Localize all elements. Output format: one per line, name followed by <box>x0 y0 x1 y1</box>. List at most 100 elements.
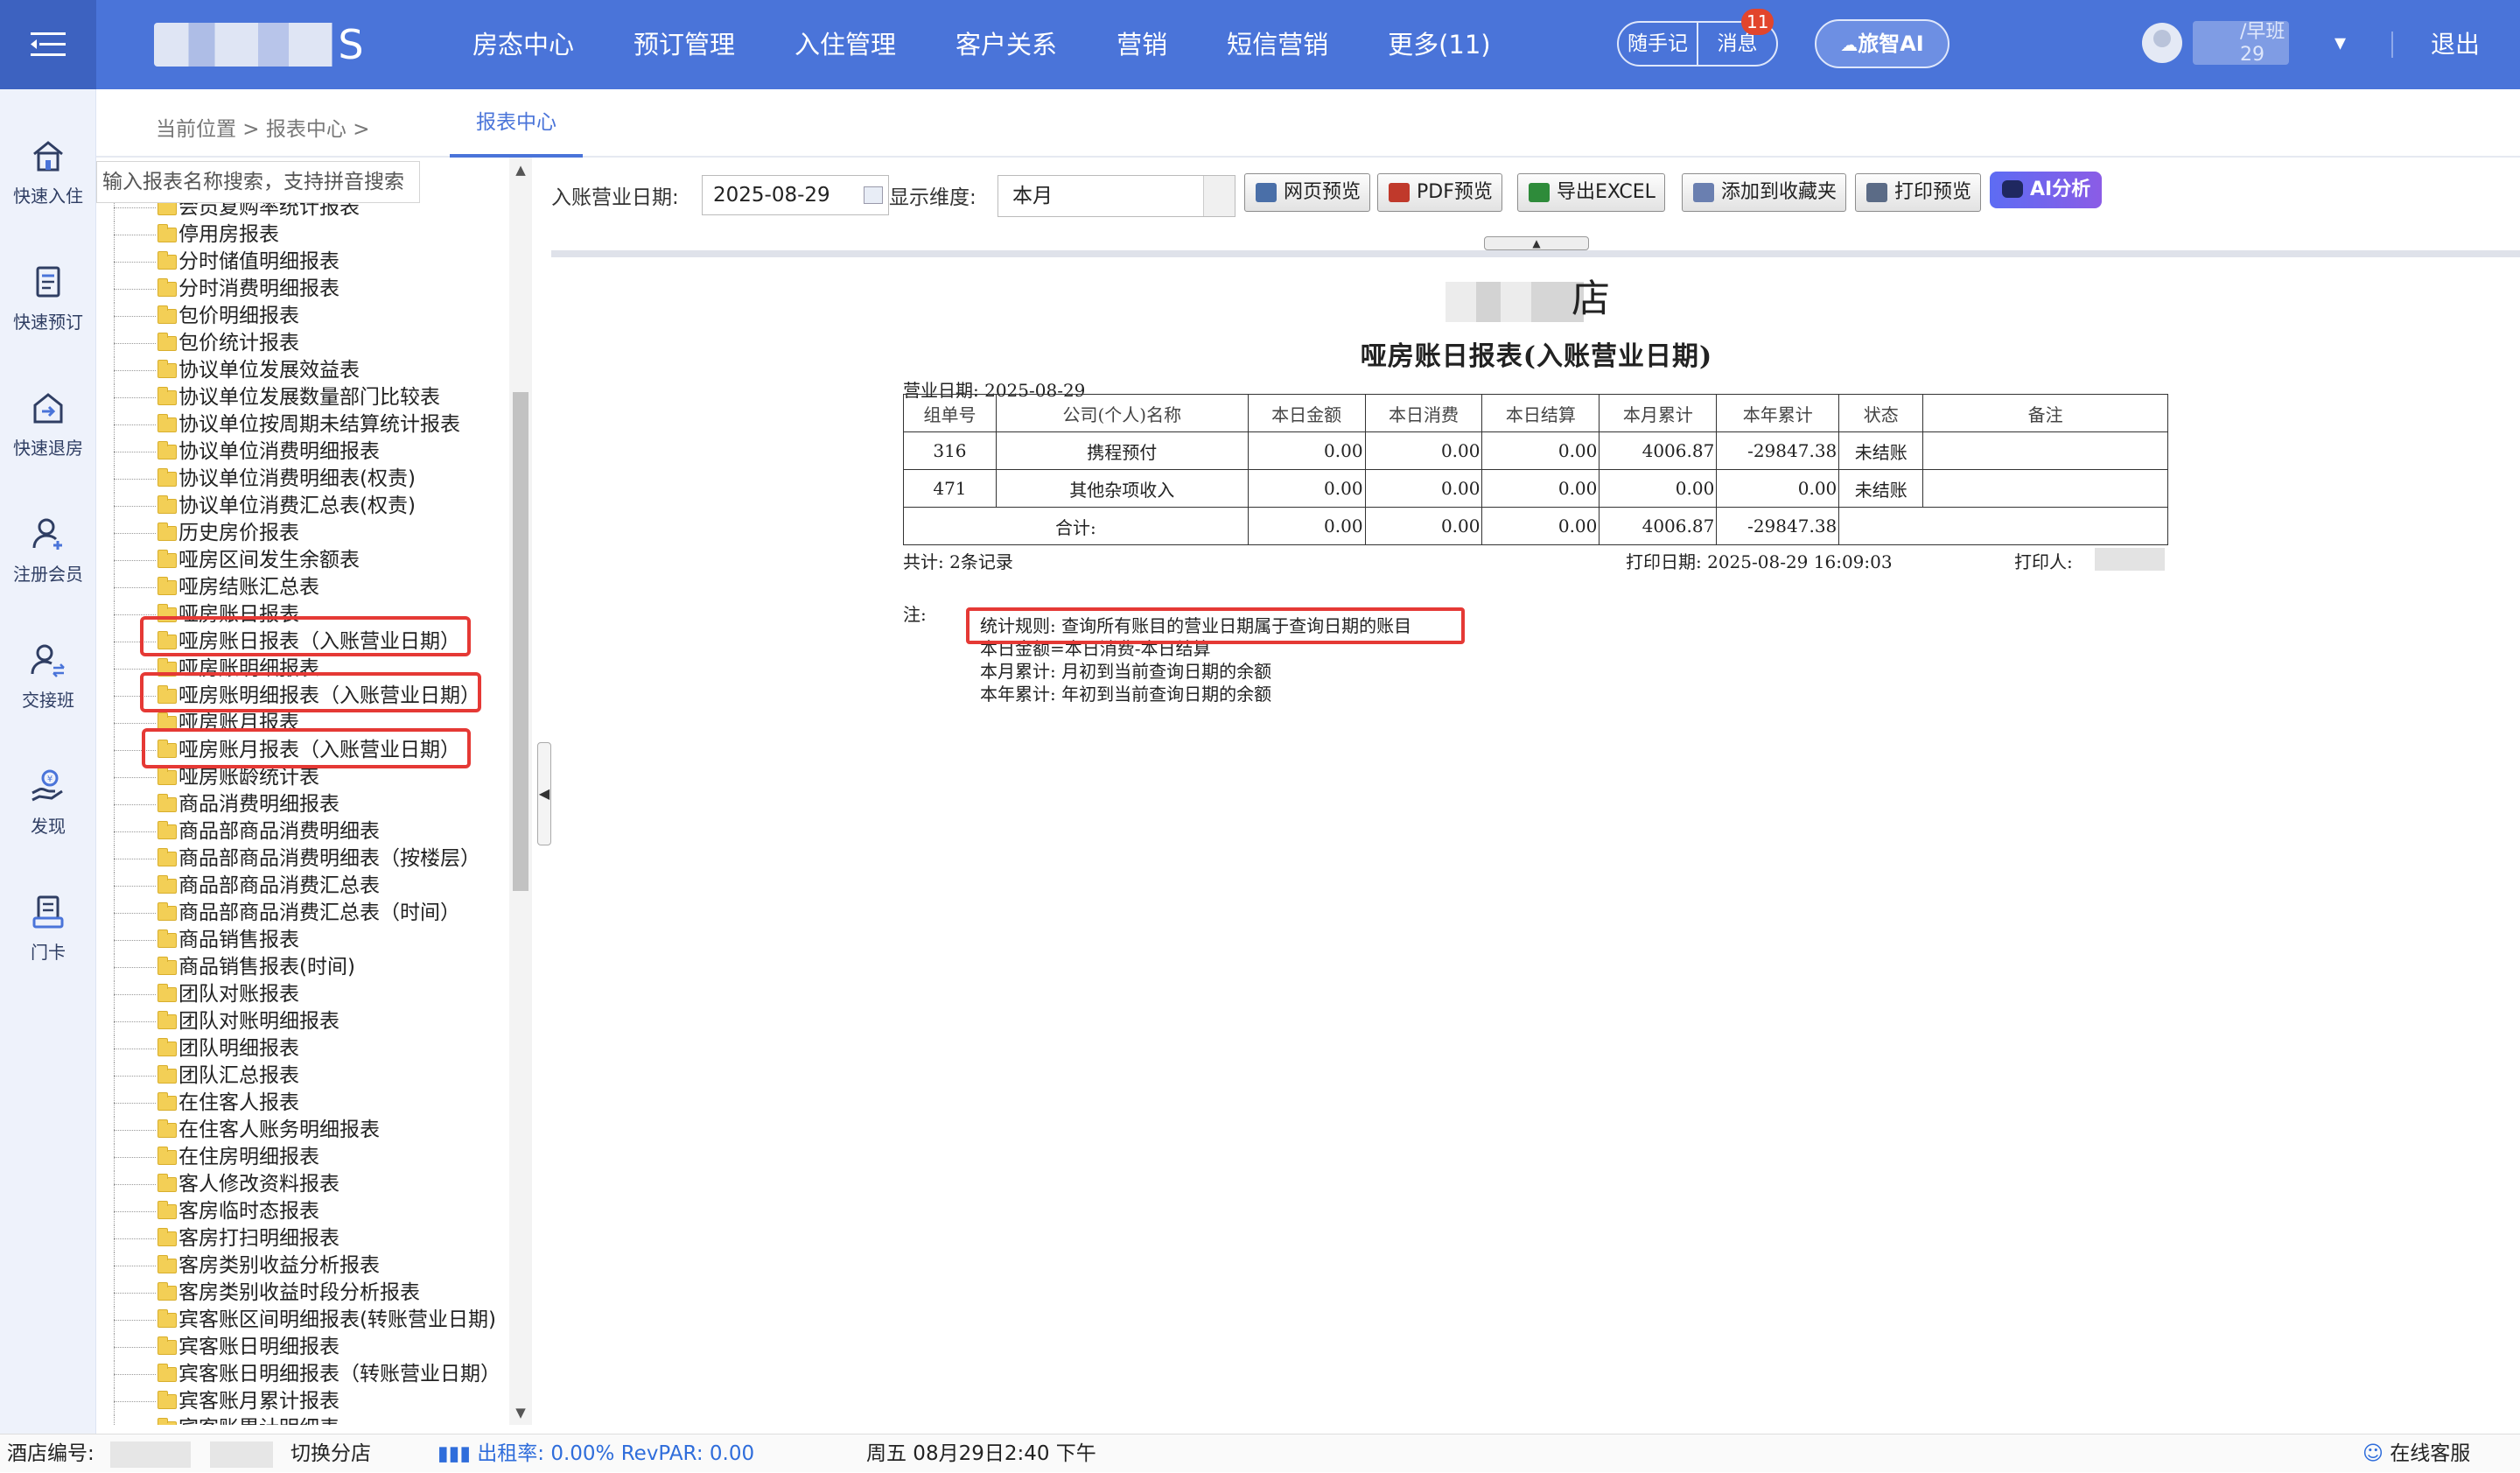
pdf-preview-button[interactable]: PDF预览 <box>1377 173 1502 212</box>
tree-item[interactable]: 包价明细报表 <box>96 303 528 330</box>
ai-analyze-button[interactable]: AI分析 <box>1990 172 2102 208</box>
tree-item[interactable]: 哑房结账汇总表 <box>96 574 528 601</box>
menu-toggle-button[interactable] <box>0 0 96 89</box>
excel-icon <box>1529 183 1550 202</box>
tree-item[interactable]: 在住客人报表 <box>96 1090 528 1117</box>
tree-item[interactable]: 宾客账日明细报表 <box>96 1334 528 1361</box>
avatar[interactable] <box>2142 23 2182 63</box>
table-cell: 未结账 <box>1838 469 1924 508</box>
tree-item[interactable]: 团队对账报表 <box>96 981 528 1008</box>
breadcrumb-bar: 当前位置 > 报表中心 > 报表中心 <box>96 89 2520 158</box>
scroll-up-arrow-icon[interactable]: ▲ <box>509 158 532 182</box>
tree-item[interactable]: 在住房明细报表 <box>96 1144 528 1171</box>
nav-more[interactable]: 更多(11) <box>1388 0 1491 89</box>
logout-button[interactable]: 退出 <box>2431 0 2480 89</box>
chevron-down-icon[interactable]: ▾ <box>2334 30 2346 56</box>
tree-item[interactable]: 分时储值明细报表 <box>96 249 528 276</box>
collapse-toolbar-chevron-up-icon[interactable]: ▲ <box>1484 236 1589 250</box>
folder-icon <box>158 251 177 270</box>
tree-item[interactable]: 停用房报表 <box>96 221 528 249</box>
top-bar: S 房态中心 预订管理 入住管理 客户关系 营销 短信营销 更多(11) 随手记… <box>0 0 2520 89</box>
export-excel-button[interactable]: 导出EXCEL <box>1517 173 1665 212</box>
tree-scrollbar[interactable]: ▲ ▼ <box>509 158 532 1425</box>
tree-item[interactable]: 团队对账明细报表 <box>96 1008 528 1035</box>
tree-item[interactable]: 宾客账日明细报表（转账营业日期） <box>96 1361 528 1388</box>
add-favorites-button[interactable]: 添加到收藏夹 <box>1682 173 1847 212</box>
hamburger-icon <box>31 32 66 56</box>
tree-item[interactable]: 客房临时态报表 <box>96 1198 528 1225</box>
web-preview-button[interactable]: 网页预览 <box>1244 173 1371 212</box>
sidebar-item-room-card[interactable]: 门卡 <box>0 894 96 964</box>
tree-item[interactable]: 在住客人账务明细报表 <box>96 1117 528 1144</box>
tree-item[interactable]: 客房类别收益分析报表 <box>96 1252 528 1280</box>
sidebar-item-register-member[interactable]: 注册会员 <box>0 516 96 586</box>
folder-icon <box>158 1418 177 1425</box>
nav-crm[interactable]: 客户关系 <box>956 0 1057 89</box>
folder-icon <box>158 550 177 568</box>
message-count-badge: 11 <box>1741 9 1774 35</box>
tree-item[interactable]: 协议单位发展数量部门比较表 <box>96 384 528 411</box>
table-cell: 未结账 <box>1838 431 1924 470</box>
tree-item[interactable]: 哑房区间发生余额表 <box>96 547 528 574</box>
tree-item[interactable]: 宾客账区间明细报表(转账营业日期) <box>96 1307 528 1334</box>
tree-item[interactable]: 商品部商品消费明细表（按楼层） <box>96 845 528 873</box>
tree-item[interactable]: 历史房价报表 <box>96 520 528 547</box>
folder-icon <box>158 1255 177 1273</box>
tree-item[interactable]: 协议单位消费明细报表 <box>96 438 528 466</box>
tree-item[interactable]: 客房打扫明细报表 <box>96 1225 528 1252</box>
sidebar-item-shift-handover[interactable]: 交接班 <box>0 642 96 712</box>
nav-marketing[interactable]: 营销 <box>1116 0 1167 89</box>
nav-sms-marketing[interactable]: 短信营销 <box>1227 0 1328 89</box>
report-pane: 入账营业日期: 2025-08-29 显示维度: 本月 网页预览 PDF预览 导… <box>551 158 2520 1425</box>
nav-checkin[interactable]: 入住管理 <box>794 0 896 89</box>
sidebar-item-quick-checkin[interactable]: 快速入住 <box>0 138 96 207</box>
tree-item[interactable]: 客房类别收益时段分析报表 <box>96 1280 528 1307</box>
tree-item[interactable]: 宾客账累计明细表 <box>96 1415 528 1425</box>
tree-item[interactable]: 包价统计报表 <box>96 330 528 357</box>
header-divider <box>2391 32 2393 58</box>
tree-item[interactable]: 商品消费明细报表 <box>96 791 528 818</box>
tree-item[interactable]: 协议单位按周期未结算统计报表 <box>96 411 528 438</box>
tree-item-label: 分时储值明细报表 <box>178 250 340 273</box>
select-arrow-icon[interactable] <box>1203 176 1235 216</box>
tree-item[interactable]: 协议单位发展效益表 <box>96 357 528 384</box>
room-card-icon <box>32 895 64 929</box>
tree-item[interactable]: 团队汇总报表 <box>96 1063 528 1090</box>
online-service-button[interactable]: ☺ 在线客服 <box>2362 1434 2470 1473</box>
dimension-select[interactable]: 本月 <box>998 175 1236 217</box>
tree-item[interactable]: 团队明细报表 <box>96 1035 528 1063</box>
quick-note-button[interactable]: 随手记 <box>1619 23 1697 65</box>
travel-ai-button[interactable]: ☁旅智AI <box>1815 19 1950 68</box>
table-cell: 0.00 <box>1716 469 1840 508</box>
scroll-down-arrow-icon[interactable]: ▼ <box>509 1400 532 1425</box>
tree-item[interactable]: 商品部商品消费汇总表（时间） <box>96 900 528 927</box>
posting-date-label: 入账营业日期: <box>551 186 679 209</box>
tree-item[interactable]: 商品销售报表 <box>96 927 528 954</box>
tree-item[interactable]: 客人修改资料报表 <box>96 1171 528 1198</box>
calendar-icon[interactable] <box>864 186 883 204</box>
posting-date-input[interactable]: 2025-08-29 <box>702 175 889 215</box>
collapse-left-handle-icon[interactable]: ◀ <box>537 742 551 845</box>
tree-item[interactable]: 协议单位消费汇总表(权责) <box>96 493 528 520</box>
tree-item[interactable]: 商品部商品消费明细表 <box>96 818 528 845</box>
report-tree-pane: 会员复购率统计报表 停用房报表 分时储值明细报表 分时消费明细报表 包价明细报表 包价统计… <box>96 158 528 1425</box>
tree-item-label: 哑房账龄统计表 <box>178 766 319 789</box>
tree-item[interactable]: 宾客账月累计报表 <box>96 1388 528 1415</box>
scrollbar-thumb[interactable] <box>513 392 528 891</box>
user-info[interactable]: /早班 29 <box>2240 21 2285 67</box>
report-search-input[interactable]: 输入报表名称搜索，支持拼音搜索 <box>96 161 420 203</box>
sidebar-item-quick-checkout[interactable]: 快速退房 <box>0 390 96 459</box>
tree-item[interactable]: 协议单位消费明细表(权责) <box>96 466 528 493</box>
nav-room-status[interactable]: 房态中心 <box>472 0 574 89</box>
tree-item[interactable]: 商品销售报表(时间) <box>96 954 528 981</box>
tree-item[interactable]: 分时消费明细报表 <box>96 276 528 303</box>
sidebar-item-quick-booking[interactable]: 快速预订 <box>0 264 96 333</box>
tree-item[interactable]: 商品部商品消费汇总表 <box>96 873 528 900</box>
nav-reservations[interactable]: 预订管理 <box>634 0 735 89</box>
table-cell: -29847.38 <box>1716 431 1840 470</box>
switch-branch-button[interactable]: 切换分店 <box>290 1434 371 1473</box>
column-header: 状态 <box>1838 394 1924 432</box>
tab-report-center[interactable]: 报表中心 <box>450 89 583 158</box>
print-preview-button[interactable]: 打印预览 <box>1855 173 1982 212</box>
sidebar-item-discover[interactable]: ¥ 发现 <box>0 768 96 838</box>
